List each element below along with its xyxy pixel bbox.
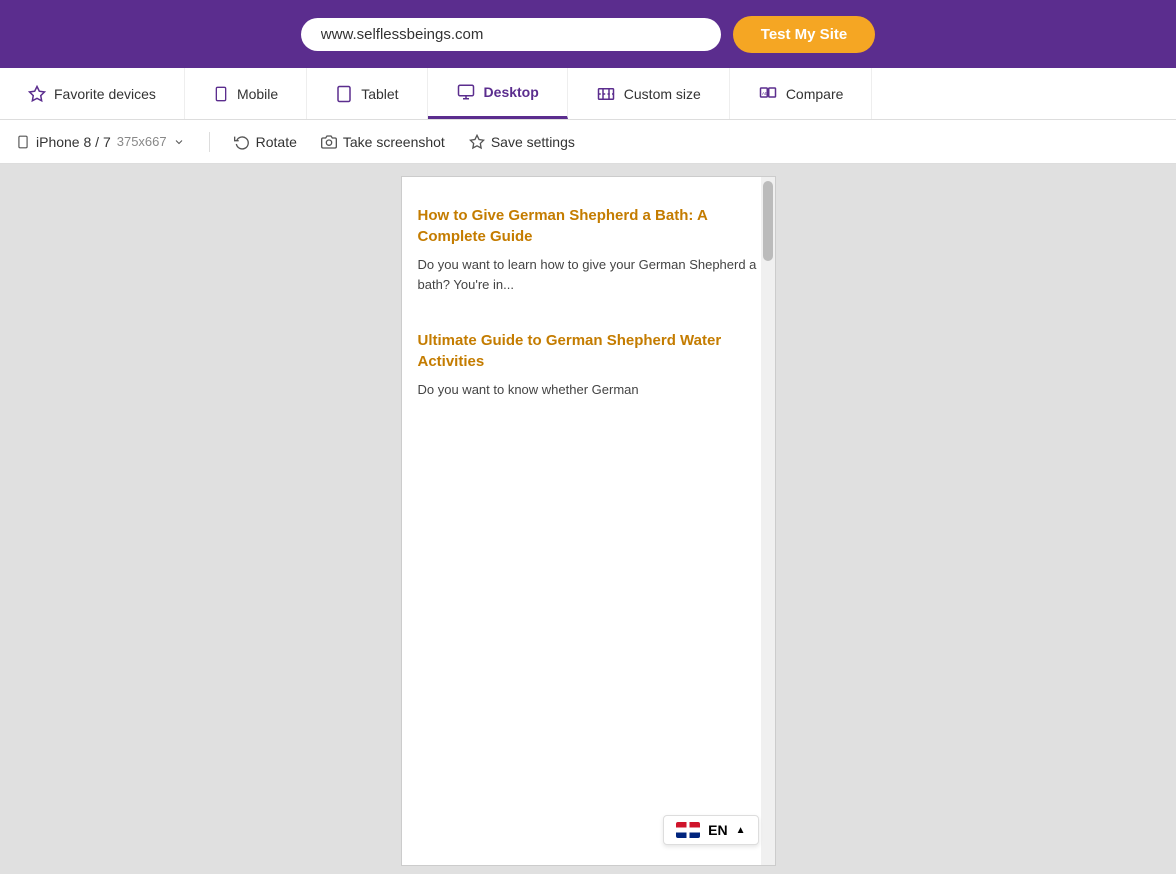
- camera-icon: [321, 134, 337, 150]
- url-input[interactable]: www.selflessbeings.com: [301, 18, 721, 51]
- chevron-down-icon: [173, 136, 185, 148]
- nav-mobile[interactable]: Mobile: [185, 68, 307, 119]
- custom-size-icon: [596, 85, 616, 103]
- bookmark-icon: [469, 134, 485, 150]
- chevron-up-icon: ▲: [736, 825, 746, 836]
- nav-compare-label: Compare: [786, 86, 844, 102]
- article-1-title[interactable]: How to Give German Shepherd a Bath: A Co…: [418, 205, 759, 247]
- scrollbar-thumb: [763, 181, 773, 261]
- main-area: How to Give German Shepherd a Bath: A Co…: [0, 164, 1176, 874]
- nav-desktop[interactable]: Desktop: [428, 68, 568, 119]
- mobile-preview: How to Give German Shepherd a Bath: A Co…: [401, 176, 776, 866]
- svg-text:AB: AB: [762, 90, 768, 95]
- save-label: Save settings: [491, 134, 575, 150]
- nav-tablet-label: Tablet: [361, 86, 398, 102]
- device-name: iPhone 8 / 7: [36, 134, 111, 150]
- mobile-icon: [213, 85, 229, 103]
- rotate-label: Rotate: [256, 134, 297, 150]
- language-switcher[interactable]: EN ▲: [663, 815, 758, 845]
- rotate-icon: [234, 134, 250, 150]
- take-screenshot-button[interactable]: Take screenshot: [321, 134, 445, 150]
- test-my-site-button[interactable]: Test My Site: [733, 16, 875, 53]
- blog-article-2: Ultimate Guide to German Shepherd Water …: [418, 318, 759, 400]
- nav-mobile-label: Mobile: [237, 86, 278, 102]
- blog-article-1: How to Give German Shepherd a Bath: A Co…: [418, 193, 759, 294]
- preview-scrollbar[interactable]: [761, 177, 775, 865]
- article-1-excerpt: Do you want to learn how to give your Ge…: [418, 255, 759, 294]
- flag-icon: [676, 822, 700, 838]
- device-selector[interactable]: iPhone 8 / 7 375x667: [16, 134, 185, 150]
- nav-favorite-devices[interactable]: Favorite devices: [0, 68, 185, 119]
- top-bar: www.selflessbeings.com Test My Site: [0, 0, 1176, 68]
- save-settings-button[interactable]: Save settings: [469, 134, 575, 150]
- nav-tablet[interactable]: Tablet: [307, 68, 427, 119]
- screenshot-label: Take screenshot: [343, 134, 445, 150]
- language-code: EN: [708, 822, 727, 838]
- nav-custom-size[interactable]: Custom size: [568, 68, 730, 119]
- nav-compare[interactable]: AB Compare: [730, 68, 873, 119]
- device-nav: Favorite devices Mobile Tablet Desktop C…: [0, 68, 1176, 120]
- tablet-icon: [335, 85, 353, 103]
- desktop-icon: [456, 83, 476, 101]
- star-icon: [28, 85, 46, 103]
- nav-desktop-label: Desktop: [484, 84, 539, 100]
- article-2-title[interactable]: Ultimate Guide to German Shepherd Water …: [418, 330, 759, 372]
- nav-custom-size-label: Custom size: [624, 86, 701, 102]
- nav-favorite-devices-label: Favorite devices: [54, 86, 156, 102]
- article-2-excerpt: Do you want to know whether German: [418, 380, 759, 400]
- toolbar: iPhone 8 / 7 375x667 Rotate Take screens…: [0, 120, 1176, 164]
- rotate-button[interactable]: Rotate: [234, 134, 297, 150]
- blog-content: How to Give German Shepherd a Bath: A Co…: [402, 177, 775, 440]
- toolbar-divider-1: [209, 132, 210, 152]
- device-size: 375x667: [117, 134, 167, 149]
- compare-icon: AB: [758, 85, 778, 103]
- mobile-small-icon: [16, 134, 30, 150]
